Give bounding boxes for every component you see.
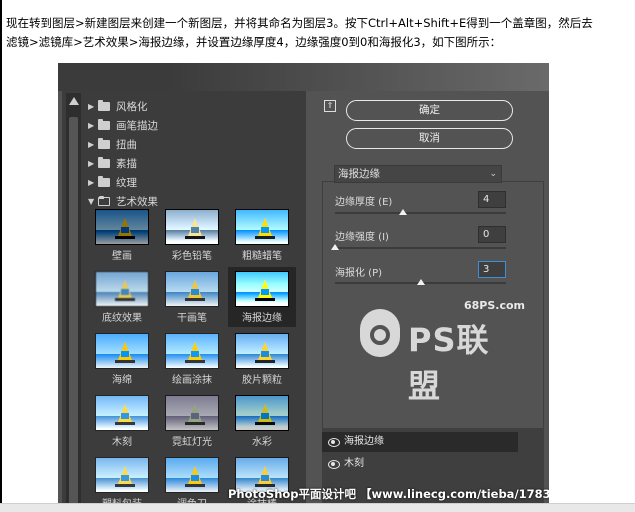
effect-neon-glow[interactable]: 霓虹灯光 (158, 391, 226, 451)
effect-label: 海报边缘 (242, 313, 282, 324)
effect-layer-item[interactable]: 木刻 (322, 454, 544, 474)
edge-thickness-input[interactable]: 4 (478, 191, 506, 208)
chevron-down-icon: ⌄ (489, 169, 497, 179)
folder-icon (98, 175, 110, 187)
folder-label: 素描 (116, 157, 137, 170)
collapse-gallery-icon[interactable]: ⇑ (324, 100, 336, 112)
effect-thumbnail (165, 457, 219, 493)
preview-strip (58, 63, 549, 91)
expand-arrow-icon: ▶ (88, 139, 95, 149)
effect-label: 壁画 (112, 251, 132, 262)
folder-brush-strokes[interactable]: ▶ 画笔描边 (88, 116, 302, 134)
expand-arrow-icon: ▶ (88, 177, 95, 187)
effect-rough-pastels[interactable]: 粗糙蜡笔 (228, 205, 296, 265)
edge-intensity-input[interactable]: 0 (478, 226, 506, 243)
effect-sponge[interactable]: 海绵 (88, 329, 156, 389)
effect-thumbnail (235, 333, 289, 369)
edge-intensity-slider-knob[interactable] (331, 244, 339, 250)
posterization-input[interactable]: 3 (478, 261, 506, 278)
edge-thickness-slider-knob[interactable] (399, 209, 408, 215)
effect-label: 绘画涂抹 (172, 375, 212, 386)
effect-thumbnail (165, 209, 219, 245)
posterization-slider-knob[interactable] (416, 279, 425, 285)
folder-texture[interactable]: ▶ 纹理 (88, 173, 302, 191)
effect-thumbnail (165, 395, 219, 431)
edge-thickness-slider[interactable] (335, 212, 506, 214)
effect-label: 干画笔 (177, 313, 207, 324)
credit-watermark: PhotoShop平面设计吧 【www.linecg.com/tieba/178… (228, 487, 549, 501)
cancel-button[interactable]: 取消 (346, 128, 513, 149)
effect-thumbnail (235, 271, 289, 307)
folder-icon (98, 137, 110, 149)
effect-colored-pencil[interactable]: 彩色铅笔 (158, 205, 226, 265)
posterization-label: 海报化 (P) (335, 268, 383, 279)
effect-thumbnail (95, 333, 149, 369)
page-horizontal-scrollbar[interactable] (0, 503, 635, 512)
eye-icon[interactable] (328, 459, 340, 469)
folder-icon (98, 99, 110, 111)
effect-label: 粗糙蜡笔 (242, 251, 282, 262)
effect-layer-name: 海报边缘 (344, 436, 384, 447)
folder-label: 纹理 (116, 176, 137, 189)
intro-line-2: 滤镜>滤镜库>艺术效果>海报边缘，并设置边缘厚度4，边缘强度0到0和海报化3，如… (6, 35, 502, 49)
filter-gallery-screenshot: ▶ 风格化 ▶ 画笔描边 ▶ 扭曲 ▶ 素描 ▶ 纹理 ▼ 艺术效果 壁画 彩色… (58, 63, 549, 512)
effect-label: 霓虹灯光 (172, 437, 212, 448)
effect-thumbnail (235, 395, 289, 431)
edge-intensity-label: 边缘强度 (I) (335, 232, 389, 243)
intro-text: 现在转到图层>新建图层来创建一个新图层，并将其命名为图层3。按下Ctrl+Alt… (6, 14, 630, 52)
filter-list-panel: ▶ 风格化 ▶ 画笔描边 ▶ 扭曲 ▶ 素描 ▶ 纹理 ▼ 艺术效果 壁画 彩色… (62, 91, 306, 512)
scroll-up-arrow-icon[interactable] (69, 97, 79, 105)
effect-thumbnail (95, 271, 149, 307)
folder-label: 扭曲 (116, 138, 137, 151)
effect-label: 彩色铅笔 (172, 251, 212, 262)
expand-arrow-icon: ▶ (88, 158, 95, 168)
expand-arrow-icon: ▶ (88, 101, 95, 111)
effect-underpainting[interactable]: 底纹效果 (88, 267, 156, 327)
effect-fresco[interactable]: 壁画 (88, 205, 156, 265)
ok-button[interactable]: 确定 (346, 100, 513, 121)
effect-watercolor[interactable]: 水彩 (228, 391, 296, 451)
effect-thumbnail (235, 209, 289, 245)
effect-label: 木刻 (112, 437, 132, 448)
folder-stylize[interactable]: ▶ 风格化 (88, 97, 302, 115)
effect-label: 胶片颗粒 (242, 375, 282, 386)
effect-film-grain[interactable]: 胶片颗粒 (228, 329, 296, 389)
filter-list-scrollbar[interactable] (66, 93, 81, 512)
filter-select-value: 海报边缘 (338, 168, 380, 180)
expand-arrow-icon: ▶ (88, 120, 95, 130)
folder-icon (98, 118, 110, 130)
effect-paint-daubs[interactable]: 绘画涂抹 (158, 329, 226, 389)
intro-line-1: 现在转到图层>新建图层来创建一个新图层，并将其命名为图层3。按下Ctrl+Alt… (6, 16, 593, 30)
folder-label: 风格化 (116, 100, 148, 113)
folder-sketch[interactable]: ▶ 素描 (88, 154, 302, 172)
effect-poster-edges[interactable]: 海报边缘 (228, 267, 296, 327)
filter-select[interactable]: 海报边缘 ⌄ (334, 165, 502, 183)
scroll-thumb[interactable] (69, 117, 78, 507)
effect-label: 水彩 (252, 437, 272, 448)
effect-label: 底纹效果 (102, 313, 142, 324)
folder-distort[interactable]: ▶ 扭曲 (88, 135, 302, 153)
effect-cutout[interactable]: 木刻 (88, 391, 156, 451)
page: 现在转到图层>新建图层来创建一个新图层，并将其命名为图层3。按下Ctrl+Alt… (0, 0, 635, 512)
edge-intensity-slider[interactable] (335, 247, 506, 249)
folder-label: 画笔描边 (116, 119, 158, 132)
effect-label: 海绵 (112, 375, 132, 386)
watermark-brand: PS联盟 (408, 321, 490, 405)
effect-layer-item[interactable]: 海报边缘 (322, 432, 518, 452)
effect-thumbnail (95, 395, 149, 431)
effect-layer-name: 木刻 (344, 458, 364, 469)
left-rule (0, 0, 2, 512)
watermark-url: 68PS.com (464, 299, 526, 312)
effect-thumbnail (95, 209, 149, 245)
effect-thumbnail (165, 333, 219, 369)
effect-thumbnail (95, 457, 149, 493)
folder-icon (98, 156, 110, 168)
effect-dry-brush[interactable]: 干画笔 (158, 267, 226, 327)
eye-icon[interactable] (328, 437, 340, 447)
edge-thickness-label: 边缘厚度 (E) (335, 197, 393, 208)
watermark-logo: 68PS.com PS联盟 (340, 299, 525, 405)
effect-thumbnail (165, 271, 219, 307)
